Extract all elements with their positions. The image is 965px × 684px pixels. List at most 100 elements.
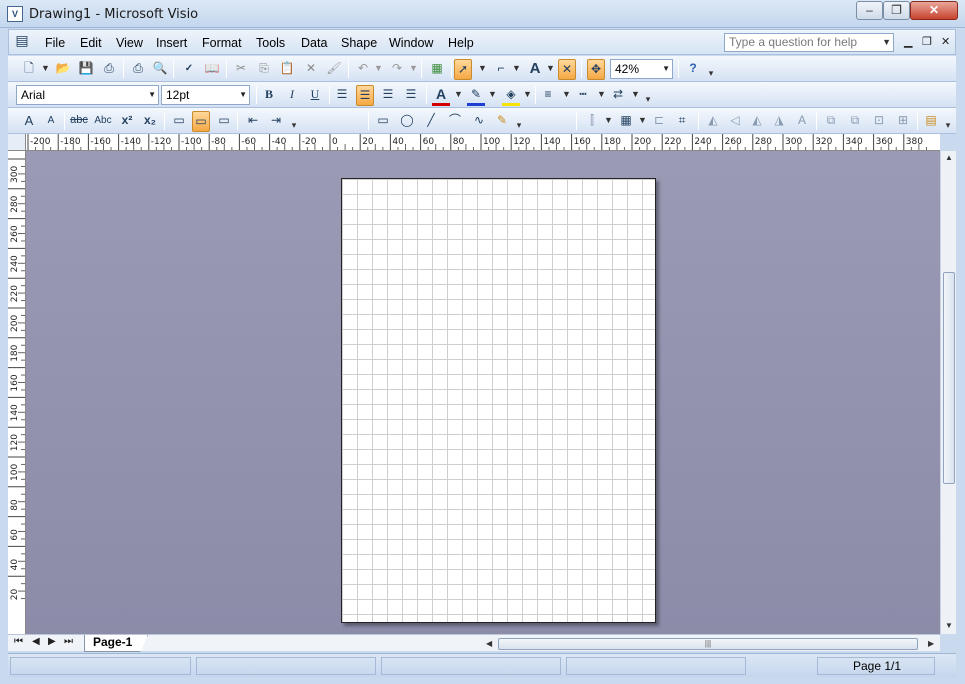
print-preview-icon[interactable]: 🔍	[151, 59, 169, 80]
print-icon[interactable]: ⎙	[129, 59, 147, 80]
freeform-tool-icon[interactable]: ∿	[470, 111, 488, 132]
spelling-icon[interactable]: ✓	[180, 59, 198, 80]
open-icon[interactable]: 📂	[54, 59, 72, 80]
align-left-icon[interactable]: ☰	[333, 85, 351, 106]
previous-page-icon[interactable]: ◀	[32, 636, 40, 647]
chevron-down-icon[interactable]: ▼	[597, 85, 606, 106]
status-page-indicator[interactable]: Page 1/1	[853, 659, 901, 673]
cut-icon[interactable]: ✂	[232, 59, 250, 80]
menu-view[interactable]: View	[116, 36, 143, 50]
decrease-indent-icon[interactable]: ⇤	[244, 111, 262, 132]
pointer-tool-icon[interactable]: ➚	[454, 59, 472, 80]
menu-window[interactable]: Window	[389, 36, 433, 50]
rotate-right-icon[interactable]: ◮	[770, 111, 788, 132]
line-tool-icon[interactable]: ╱	[422, 111, 440, 132]
strikethrough-button[interactable]: abc	[70, 111, 88, 132]
zoom-combo[interactable]: 42% ▼	[610, 59, 673, 79]
shape-format-icon[interactable]: ▤	[922, 111, 940, 132]
chevron-down-icon[interactable]: ▼	[631, 85, 640, 106]
help-search-input[interactable]: Type a question for help ▼	[724, 33, 894, 52]
align-shapes-icon[interactable]: ⫿	[583, 111, 601, 132]
chevron-down-icon[interactable]: ▼	[409, 59, 418, 80]
horizontal-ruler[interactable]: -200 -180 -160 -140 -120 -100 -80 -60 -40 -20 0 20 4…	[26, 134, 940, 151]
bring-to-front-icon[interactable]: ⧉	[822, 111, 840, 132]
ungroup-icon[interactable]: ⊞	[894, 111, 912, 132]
pencil-tool-icon[interactable]: ✎	[493, 111, 511, 132]
ellipse-tool-icon[interactable]: ◯	[398, 111, 416, 132]
menu-format[interactable]: Format	[202, 36, 242, 50]
subscript-button[interactable]: x₂	[141, 111, 159, 132]
menu-file[interactable]: File	[45, 36, 65, 50]
chevron-down-icon[interactable]: ▼	[454, 85, 463, 106]
group-icon[interactable]: ⊡	[870, 111, 888, 132]
restore-button[interactable]: ❐	[883, 1, 910, 20]
bold-button[interactable]: B	[260, 85, 278, 106]
pan-zoom-icon[interactable]: ✥	[587, 59, 605, 80]
align-middle-icon[interactable]: ▭	[192, 111, 210, 132]
research-icon[interactable]: 📖	[203, 59, 221, 80]
vertical-scroll-thumb[interactable]	[943, 272, 955, 484]
send-to-back-icon[interactable]: ⧉	[846, 111, 864, 132]
first-page-icon[interactable]: ⏮	[14, 636, 23, 647]
ruler-corner[interactable]	[8, 134, 26, 151]
chevron-down-icon[interactable]: ▼	[374, 59, 383, 80]
page-tab[interactable]: Page-1	[84, 635, 148, 652]
doc-restore-button[interactable]: ❐	[922, 35, 932, 48]
doc-minimize-button[interactable]: ▁	[904, 35, 912, 48]
chevron-down-icon[interactable]: ▼	[41, 59, 50, 80]
chevron-down-icon[interactable]: ▼	[662, 60, 670, 78]
rotate-left-icon[interactable]: ◭	[748, 111, 766, 132]
undo-icon[interactable]: ↶	[354, 59, 372, 80]
menu-data[interactable]: Data	[301, 36, 327, 50]
line-pattern-icon[interactable]: ┅	[574, 85, 592, 106]
minimize-button[interactable]: ‒	[856, 1, 883, 20]
distribute-shapes-icon[interactable]: ▦	[617, 111, 635, 132]
italic-button[interactable]: I	[283, 85, 301, 106]
connect-shapes-icon[interactable]: ⌗	[673, 111, 691, 132]
line-color-icon[interactable]: ✎	[467, 85, 485, 106]
chevron-down-icon[interactable]: ▼	[523, 85, 532, 106]
superscript-button[interactable]: x²	[118, 111, 136, 132]
chevron-down-icon[interactable]: ▼	[239, 86, 247, 104]
chevron-down-icon[interactable]: ▼	[478, 59, 487, 80]
font-color-icon[interactable]: A	[432, 85, 450, 106]
arc-tool-icon[interactable]: ⌒	[446, 111, 464, 132]
visio-app-icon[interactable]: V	[7, 6, 23, 22]
menu-shape[interactable]: Shape	[341, 36, 377, 50]
align-right-icon[interactable]: ☰	[379, 85, 397, 106]
chevron-down-icon[interactable]: ▼	[148, 86, 156, 104]
align-center-icon[interactable]: ☰	[356, 85, 374, 106]
menu-insert[interactable]: Insert	[156, 36, 187, 50]
format-painter-icon[interactable]: 🖌	[325, 59, 343, 80]
chevron-down-icon[interactable]: ▼	[546, 59, 555, 80]
shapes-icon[interactable]: ▦	[428, 59, 446, 80]
font-combo[interactable]: Arial ▼	[16, 85, 159, 105]
underline-button[interactable]: U	[306, 85, 324, 106]
menu-edit[interactable]: Edit	[80, 36, 102, 50]
decrease-font-size-button[interactable]: A	[42, 111, 60, 132]
connector-tool-icon[interactable]: ⌐	[492, 59, 510, 80]
increase-indent-icon[interactable]: ⇥	[267, 111, 285, 132]
flip-horizontal-icon[interactable]: ◭	[704, 111, 722, 132]
save-icon[interactable]: 💾	[77, 59, 95, 80]
scroll-right-icon[interactable]: ▶	[928, 639, 934, 648]
layout-shapes-icon[interactable]: ⊏	[650, 111, 668, 132]
justify-icon[interactable]: ☰	[402, 85, 420, 106]
text-tool-icon[interactable]: A	[526, 59, 544, 80]
flip-vertical-icon[interactable]: ◁	[726, 111, 744, 132]
redo-icon[interactable]: ↷	[388, 59, 406, 80]
chevron-down-icon[interactable]: ▼	[604, 111, 613, 132]
line-weight-icon[interactable]: ≡	[539, 85, 557, 106]
rectangle-tool-icon[interactable]: ▭	[374, 111, 392, 132]
drawing-canvas[interactable]	[26, 151, 940, 634]
next-page-icon[interactable]: ▶	[48, 636, 56, 647]
delete-icon[interactable]: ✕	[302, 59, 320, 80]
scroll-down-icon[interactable]: ▼	[945, 621, 953, 630]
line-ends-icon[interactable]: ⇄	[609, 85, 627, 106]
new-icon[interactable]: 🗋	[20, 59, 38, 80]
scroll-left-icon[interactable]: ◀	[486, 639, 492, 648]
drawing-page[interactable]	[341, 178, 656, 623]
align-bottom-icon[interactable]: ▭	[215, 111, 233, 132]
scroll-up-icon[interactable]: ▲	[945, 153, 953, 162]
help-icon[interactable]: ?	[684, 59, 702, 80]
